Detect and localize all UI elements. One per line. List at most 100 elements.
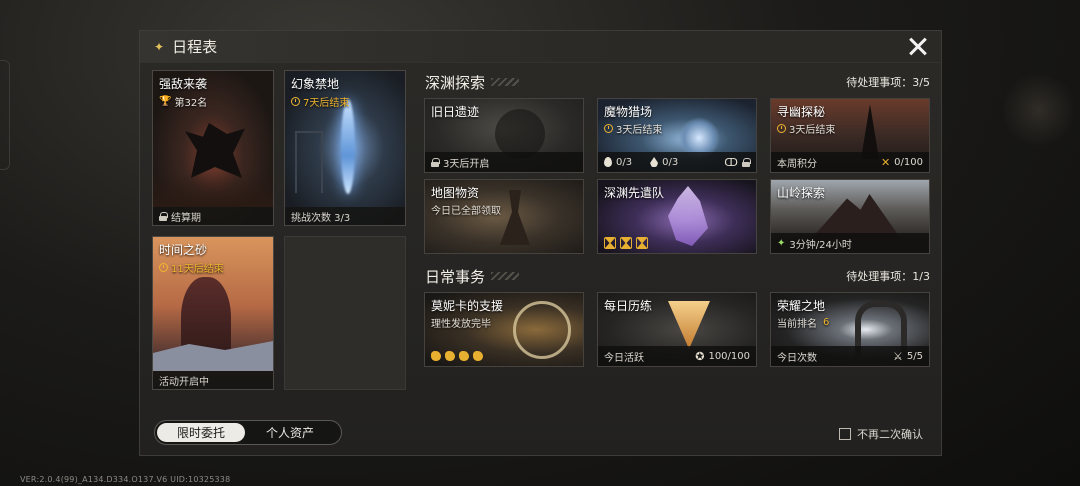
hourglass-icon	[604, 237, 616, 249]
no-reconfirm-toggle[interactable]: 不再二次确认	[839, 426, 923, 442]
card-footer	[598, 233, 756, 253]
card-subtitle: 今日已全部领取	[431, 206, 501, 217]
footer-text: 挑战次数 3/3	[291, 212, 351, 224]
card-name: 山岭探索	[777, 186, 826, 200]
card-name: 寻幽探秘	[777, 105, 826, 119]
footer-text: 3天后开启	[443, 158, 490, 170]
pending-count: 待处理事项：1/3	[846, 270, 930, 283]
background-decoration	[1004, 70, 1074, 150]
footer-text: 结算期	[171, 212, 201, 224]
card-land-of-glory[interactable]: 荣耀之地 当前排名 6 今日次数 ⚔ 5/5	[770, 292, 930, 367]
clock-icon	[777, 124, 786, 133]
rank-row: 🏆 第32名	[159, 94, 207, 109]
activity-icon: ✪	[695, 349, 705, 363]
rank-text: 第32名	[174, 98, 208, 109]
card-name: 幻象禁地	[291, 77, 340, 91]
card-daily-training[interactable]: 每日历练 今日活跃 ✪ 100/100	[597, 292, 757, 367]
clock-icon	[604, 124, 613, 133]
card-footer: 今日次数 ⚔ 5/5	[771, 346, 929, 366]
resource-icon	[445, 351, 455, 361]
status-text: 11天后结束	[171, 264, 224, 275]
card-footer: 本周积分 ✕ 0/100	[771, 152, 929, 172]
card-name: 强敌来袭	[159, 77, 208, 91]
card-sands-of-time[interactable]: 时间之砂 11天后结束 活动开启中	[152, 236, 274, 390]
status-text: 7天后结束	[303, 98, 350, 109]
resource-icon	[473, 351, 483, 361]
card-name: 旧日遗迹	[431, 105, 480, 119]
card-phantom-forbidden[interactable]: 幻象禁地 7天后结束 挑战次数 3/3	[284, 70, 406, 226]
card-name: 荣耀之地	[777, 299, 826, 313]
checkbox-label: 不再二次确认	[857, 428, 923, 441]
rank-value: 6	[823, 317, 830, 328]
trophy-icon: 🏆	[159, 96, 172, 107]
hourglass-icon	[636, 237, 648, 249]
close-icon[interactable]	[905, 34, 931, 60]
section-title: 深渊探索	[425, 72, 520, 93]
status-row: 11天后结束	[159, 260, 224, 275]
sword-icon: ⚔	[893, 349, 903, 363]
card-mountain-exploration[interactable]: 山岭探索 ✦ 3分钟/24小时	[770, 179, 930, 254]
category-tabs: 限时委托 个人资产	[154, 420, 342, 445]
crossed-swords-icon: ✕	[880, 155, 891, 169]
counter-a: 0/3	[616, 156, 633, 168]
swirl-icon: ↀ	[724, 155, 738, 169]
sparkle-icon: ✦	[154, 39, 165, 54]
card-name: 每日历练	[604, 299, 653, 313]
card-footer	[425, 346, 583, 366]
section-title: 日常事务	[425, 266, 520, 287]
card-footer: 挑战次数 3/3	[285, 207, 405, 225]
card-footer: 结算期	[153, 207, 273, 225]
card-monica-support[interactable]: 莫妮卡的支援 理性发放完毕	[424, 292, 584, 367]
section-title-text: 深渊探索	[425, 73, 486, 92]
status-row: 3天后结束	[604, 121, 662, 136]
lock-icon	[742, 157, 751, 167]
pending-count: 待处理事项：3/5	[846, 76, 930, 89]
panel-header: ✦ 日程表	[140, 31, 941, 63]
counter-b: 0/3	[662, 156, 679, 168]
card-footer: ✦ 3分钟/24小时	[771, 233, 929, 253]
count-value: 5/5	[906, 350, 923, 362]
clock-icon	[291, 97, 300, 106]
card-secret-exploration[interactable]: 寻幽探秘 3天后结束 本周积分 ✕ 0/100	[770, 98, 930, 173]
daily-section-header: 日常事务 待处理事项：1/3	[425, 266, 930, 286]
flame-icon	[650, 157, 659, 167]
activity-value: 100/100	[708, 350, 750, 362]
sparkle-icon: ✦	[777, 237, 786, 249]
card-strong-enemy[interactable]: 强敌来袭 🏆 第32名 结算期	[152, 70, 274, 226]
footer-text: 今日活跃	[604, 352, 644, 364]
tab-limited-commission[interactable]: 限时委托	[157, 423, 245, 442]
card-map-supplies[interactable]: 地图物资 今日已全部领取	[424, 179, 584, 254]
lock-icon	[159, 211, 168, 221]
card-old-ruins[interactable]: 旧日遗迹 3天后开启	[424, 98, 584, 173]
footer-text: 今日次数	[777, 352, 817, 364]
card-name: 莫妮卡的支援	[431, 299, 504, 313]
abyss-section-header: 深渊探索 待处理事项：3/5	[425, 72, 930, 92]
rank-label: 当前排名	[777, 319, 817, 330]
card-subtitle: 理性发放完毕	[431, 319, 491, 330]
resource-icon	[431, 351, 441, 361]
card-footer: 3天后开启	[425, 152, 583, 172]
card-monster-hunt[interactable]: 魔物猎场 3天后结束 0/3 0/3 ↀ	[597, 98, 757, 173]
checkbox[interactable]	[839, 428, 851, 440]
card-name: 魔物猎场	[604, 105, 653, 119]
card-name: 深渊先遣队	[604, 186, 665, 200]
footer-text: 本周积分	[777, 158, 817, 170]
title-decoration	[491, 78, 520, 86]
drop-icon	[604, 157, 612, 167]
title-decoration	[491, 272, 520, 280]
score-value: 0/100	[894, 156, 923, 168]
hourglass-icon	[620, 237, 632, 249]
background-side-handle	[0, 60, 10, 170]
clock-icon	[159, 263, 168, 272]
resource-icon	[459, 351, 469, 361]
rank-row: 当前排名 6	[777, 315, 829, 330]
page-title: 日程表	[172, 38, 218, 56]
status-row: 7天后结束	[291, 94, 349, 109]
card-footer: 今日活跃 ✪ 100/100	[598, 346, 756, 366]
footer-text: 3分钟/24小时	[789, 239, 852, 251]
empty-card-slot	[284, 236, 406, 390]
card-abyss-vanguard[interactable]: 深渊先遣队	[597, 179, 757, 254]
status-text: 3天后结束	[789, 125, 836, 136]
tab-personal-assets[interactable]: 个人资产	[245, 423, 335, 442]
lock-icon	[431, 157, 440, 167]
